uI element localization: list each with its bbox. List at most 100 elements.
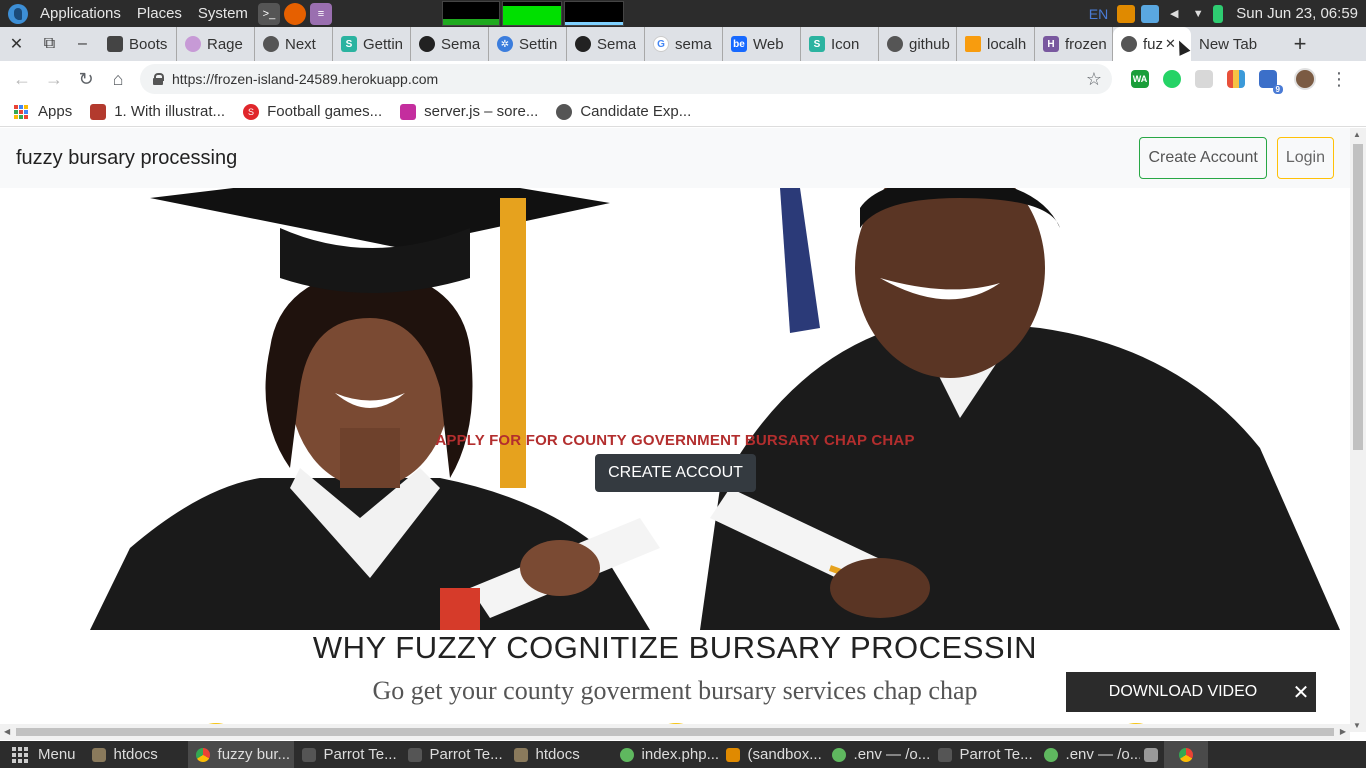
close-icon[interactable]: ✕ xyxy=(1286,680,1316,705)
browser-menu-icon[interactable]: ⋮ xyxy=(1330,70,1348,88)
tab-title: Rage xyxy=(207,35,243,53)
browser-tab[interactable]: S Gettin xyxy=(333,27,411,61)
glitch-icon xyxy=(400,103,417,120)
menu-grid-icon xyxy=(12,746,28,763)
vertical-scrollbar[interactable]: ▲ ▼ xyxy=(1350,128,1366,732)
taskbar-menu-button[interactable]: Menu xyxy=(0,741,84,768)
bookmarks-bar: Apps 1. With illustrat... S Football gam… xyxy=(0,97,1366,127)
profile-avatar[interactable] xyxy=(1294,68,1316,90)
taskbar-item[interactable]: (sandbox... xyxy=(718,741,824,768)
browser-tab[interactable]: localh xyxy=(957,27,1035,61)
firefox-icon[interactable] xyxy=(283,2,306,25)
browser-tab[interactable]: New Tab xyxy=(1191,27,1279,61)
taskbar-item-label: (sandbox... xyxy=(747,746,822,763)
address-bar-url[interactable]: https://frozen-island-24589.herokuapp.co… xyxy=(172,71,1086,87)
back-arrow-icon[interactable]: ← xyxy=(6,63,38,95)
text-editor-icon[interactable]: ≡ xyxy=(309,2,332,25)
taskbar-item-label: index.php... xyxy=(641,746,718,763)
taskbar-item-label: fuzzy bur... xyxy=(217,746,291,763)
browser-tab[interactable]: be Web xyxy=(723,27,801,61)
whatsapp-extension-icon[interactable]: WA xyxy=(1131,70,1149,88)
cloud-extension-icon[interactable]: 9 xyxy=(1259,70,1283,94)
browser-tab[interactable]: G sema xyxy=(645,27,723,61)
scroll-left-icon[interactable]: ◀ xyxy=(4,727,10,736)
extension-placeholder-icon[interactable] xyxy=(1195,70,1213,88)
taskbar-item[interactable]: .env — /o... xyxy=(824,741,930,768)
lock-icon[interactable] xyxy=(152,73,164,85)
window-minimize-icon[interactable]: – xyxy=(66,27,99,61)
system-clock[interactable]: Sun Jun 23, 06:59 xyxy=(1226,5,1366,22)
site-brand[interactable]: fuzzy bursary processing xyxy=(16,147,237,170)
bookmark-star-icon[interactable]: ☆ xyxy=(1086,69,1102,90)
whatsapp-web-extension-icon[interactable] xyxy=(1163,70,1181,88)
create-account-button[interactable]: Create Account xyxy=(1139,137,1267,179)
tab-title: sema xyxy=(675,35,712,53)
volume-icon[interactable]: ◀ xyxy=(1165,5,1183,23)
browser-tab[interactable]: github xyxy=(879,27,957,61)
home-icon[interactable]: ⌂ xyxy=(102,63,134,95)
new-tab-button[interactable]: + xyxy=(1283,27,1317,61)
download-video-popup[interactable]: DOWNLOAD VIDEO ✕ xyxy=(1066,672,1316,712)
scroll-down-icon[interactable]: ▼ xyxy=(1353,721,1361,730)
browser-tab[interactable]: Sema xyxy=(567,27,645,61)
taskbar-item[interactable]: Parrot Te... xyxy=(294,741,400,768)
window-close-icon[interactable]: ✕ xyxy=(0,27,33,61)
taskbar-item[interactable]: Parrot Te... xyxy=(930,741,1036,768)
window-restore-icon[interactable]: ⧉ xyxy=(33,27,66,61)
scrollbar-thumb[interactable] xyxy=(1353,144,1363,450)
chrome-icon xyxy=(1178,747,1193,762)
heroku-icon: H xyxy=(1043,36,1059,52)
parrot-os-logo-icon[interactable] xyxy=(8,3,28,24)
login-button[interactable]: Login xyxy=(1276,137,1334,179)
download-video-label[interactable]: DOWNLOAD VIDEO xyxy=(1066,683,1286,701)
scrollbar-thumb[interactable] xyxy=(16,728,1334,736)
keyboard-layout-indicator[interactable]: EN xyxy=(1089,6,1108,22)
browser-tab[interactable]: Boots xyxy=(99,27,177,61)
address-bar[interactable]: https://frozen-island-24589.herokuapp.co… xyxy=(140,64,1112,94)
browser-tab[interactable]: H frozen xyxy=(1035,27,1113,61)
atom-icon xyxy=(1043,747,1058,762)
scroll-right-icon[interactable]: ▶ xyxy=(1340,727,1346,736)
tab-title: fuz xyxy=(1143,35,1164,53)
horizontal-scrollbar[interactable]: ◀ ▶ xyxy=(0,724,1350,740)
taskbar-item[interactable]: index.php... xyxy=(612,741,718,768)
battery-icon[interactable] xyxy=(1213,4,1224,23)
browser-tab[interactable]: S Icon xyxy=(801,27,879,61)
clipboard-icon[interactable] xyxy=(1141,4,1160,23)
taskbar-tray-item[interactable] xyxy=(1140,741,1164,768)
places-menu[interactable]: Places xyxy=(129,0,190,27)
browser-tab[interactable]: Next xyxy=(255,27,333,61)
terminal-icon[interactable]: >_ xyxy=(257,2,280,25)
bookmark-item[interactable]: server.js – sore... xyxy=(400,103,538,120)
bottom-taskbar: Menu htdocs fuzzy bur... Parrot Te... Pa… xyxy=(0,741,1366,768)
browser-tab[interactable]: ✲ Settin xyxy=(489,27,567,61)
bookmark-item[interactable]: 1. With illustrat... xyxy=(90,103,225,120)
globe-icon xyxy=(887,36,903,52)
forward-arrow-icon[interactable]: → xyxy=(38,63,70,95)
vlc-icon[interactable] xyxy=(1117,4,1136,23)
browser-tab[interactable]: Rage xyxy=(177,27,255,61)
taskbar-tray-item[interactable] xyxy=(1163,741,1208,768)
taskbar-item[interactable]: .env — /o... xyxy=(1036,741,1140,768)
taskbar-item[interactable]: Parrot Te... xyxy=(400,741,506,768)
taskbar-item-active[interactable]: fuzzy bur... xyxy=(187,741,294,768)
tab-title: Settin xyxy=(519,35,558,53)
applications-menu[interactable]: Applications xyxy=(32,0,129,27)
navbar-actions: Create Account Login xyxy=(1139,137,1334,179)
system-menu[interactable]: System xyxy=(190,0,256,27)
tab-title: Gettin xyxy=(363,35,404,53)
browser-tab[interactable]: Sema xyxy=(411,27,489,61)
reload-icon[interactable]: ↻ xyxy=(70,63,102,95)
taskbar-item[interactable]: htdocs xyxy=(506,741,612,768)
taskbar-item[interactable]: htdocs xyxy=(84,741,188,768)
github-icon xyxy=(419,36,435,52)
bookmark-item[interactable]: S Football games... xyxy=(243,103,382,120)
cpu-monitor-graph xyxy=(441,1,500,26)
wifi-icon[interactable]: ▼ xyxy=(1189,5,1207,23)
scroll-up-icon[interactable]: ▲ xyxy=(1353,130,1361,139)
bookmark-apps[interactable]: Apps xyxy=(14,103,72,120)
tab-title: frozen xyxy=(1065,35,1107,53)
bookmark-item[interactable]: Candidate Exp... xyxy=(556,103,691,120)
color-picker-extension-icon[interactable] xyxy=(1227,70,1245,88)
create-account-cta-button[interactable]: CREATE ACCOUT xyxy=(595,454,756,492)
